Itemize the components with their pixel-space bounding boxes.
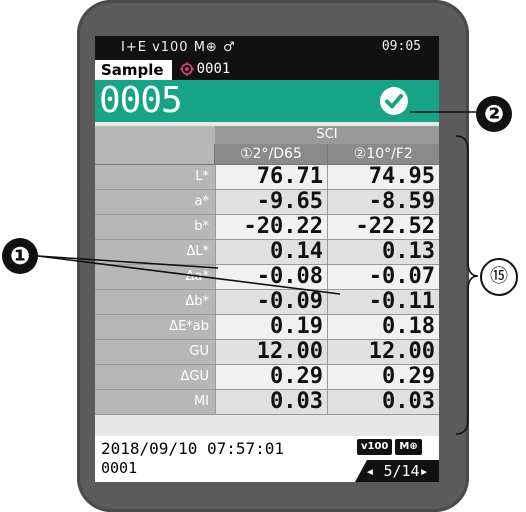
callout-lines <box>37 111 479 435</box>
